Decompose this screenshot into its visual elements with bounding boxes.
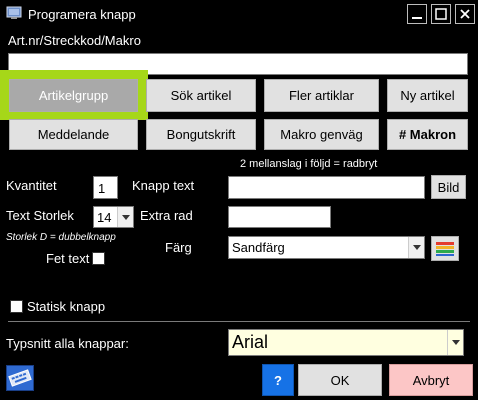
bold-label: Fet text bbox=[46, 251, 90, 266]
message-button[interactable]: Meddelande bbox=[9, 119, 138, 150]
macro-shortcut-button[interactable]: Makro genväg bbox=[264, 119, 379, 150]
color-label: Färg bbox=[165, 240, 192, 255]
font-value: Arial bbox=[232, 332, 269, 352]
code-label: Art.nr/Streckkod/Makro bbox=[8, 33, 141, 48]
button-text-label: Knapp text bbox=[132, 178, 195, 193]
text-size-value: 14 bbox=[97, 209, 112, 225]
ok-button[interactable]: OK bbox=[298, 364, 382, 396]
extra-row-label: Extra rad bbox=[140, 208, 193, 223]
close-icon[interactable] bbox=[455, 4, 475, 24]
divider bbox=[8, 321, 470, 322]
new-article-button[interactable]: Ny artikel bbox=[387, 79, 468, 112]
article-group-button[interactable]: Artikelgrupp bbox=[9, 79, 138, 112]
text-size-note: Storlek D = dubbelknapp bbox=[6, 232, 116, 243]
font-label: Typsnitt alla knappar: bbox=[6, 336, 129, 351]
keyboard-icon bbox=[8, 369, 32, 387]
cancel-button[interactable]: Avbryt bbox=[389, 364, 473, 396]
more-articles-button[interactable]: Fler artiklar bbox=[264, 79, 379, 112]
font-select[interactable]: Arial bbox=[228, 329, 464, 356]
keyboard-button[interactable] bbox=[6, 365, 34, 391]
quantity-label: Kvantitet bbox=[6, 178, 57, 193]
maximize-icon[interactable] bbox=[431, 4, 451, 24]
static-checkbox[interactable] bbox=[10, 300, 23, 313]
chevron-down-icon bbox=[117, 207, 133, 227]
bold-checkbox[interactable] bbox=[92, 252, 105, 265]
color-palette-button[interactable] bbox=[431, 236, 459, 261]
receipt-print-button[interactable]: Bongutskrift bbox=[146, 119, 256, 150]
chevron-down-icon bbox=[408, 237, 424, 258]
color-palette-icon bbox=[436, 241, 454, 256]
macros-button[interactable]: # Makron bbox=[387, 119, 468, 150]
title-bar: Programera knapp bbox=[0, 0, 478, 28]
line-break-hint: 2 mellanslag i följd = radbryt bbox=[240, 158, 378, 170]
app-icon bbox=[6, 6, 22, 19]
help-button[interactable]: ? bbox=[262, 364, 294, 396]
button-text-input[interactable] bbox=[228, 176, 425, 199]
image-button[interactable]: Bild bbox=[431, 175, 466, 199]
minimize-icon[interactable] bbox=[407, 4, 427, 24]
text-size-select[interactable]: 14 bbox=[93, 206, 134, 228]
color-value: Sandfärg bbox=[232, 240, 285, 255]
static-label: Statisk knapp bbox=[27, 299, 106, 314]
window-title: Programera knapp bbox=[28, 7, 136, 22]
text-size-label: Text Storlek bbox=[6, 208, 74, 223]
chevron-down-icon bbox=[447, 330, 463, 355]
search-article-button[interactable]: Sök artikel bbox=[146, 79, 256, 112]
color-select[interactable]: Sandfärg bbox=[228, 236, 425, 259]
quantity-input[interactable]: 1 bbox=[93, 176, 118, 199]
extra-row-input[interactable] bbox=[228, 206, 331, 228]
